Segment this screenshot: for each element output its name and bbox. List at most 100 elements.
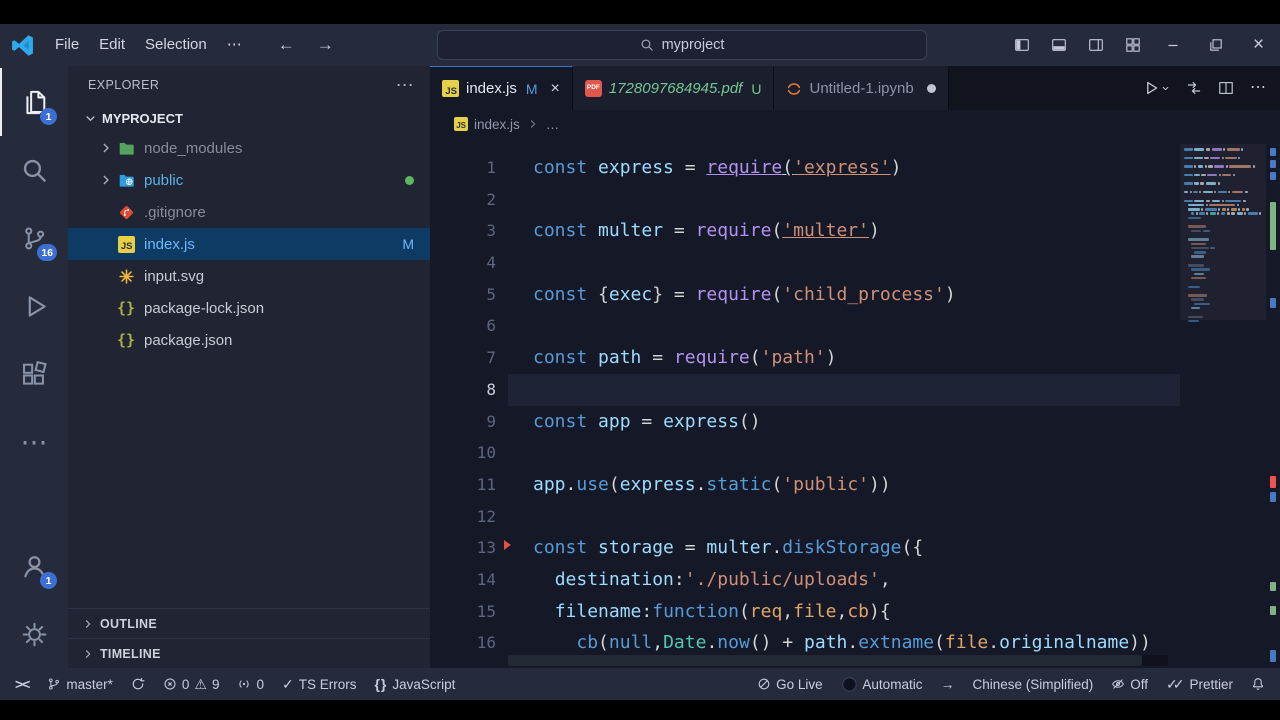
forward-button[interactable]: → [317, 35, 334, 55]
code-line-5[interactable]: const {exec} = require('child_process') [508, 279, 1280, 311]
broadcast-icon [237, 677, 251, 691]
minimap[interactable] [1180, 138, 1266, 668]
status-sync[interactable] [122, 668, 154, 700]
code-line-7[interactable]: const path = require('path') [508, 342, 1280, 374]
code-line-12[interactable] [508, 501, 1280, 533]
braces-icon: {} [374, 676, 388, 692]
file-.gitignore[interactable]: .gitignore [68, 196, 430, 228]
split-editor-button[interactable] [1218, 80, 1234, 96]
timeline-section[interactable]: TIMELINE [68, 638, 430, 668]
menu-selection[interactable]: Selection [135, 24, 217, 66]
status-notifications[interactable] [1242, 668, 1274, 700]
ellipsis-icon: ⋯ [20, 426, 48, 457]
ruler-mark [1270, 650, 1276, 662]
toggle-panel-button[interactable] [1040, 24, 1077, 66]
run-file-button[interactable] [1143, 80, 1170, 96]
branch-icon [47, 677, 61, 691]
code-line-15[interactable]: filename:function(req,file,cb){ [508, 596, 1280, 628]
status-label: 0 [181, 676, 190, 692]
tab-index.js[interactable]: JS index.js M × [430, 66, 573, 110]
file-package.json[interactable]: {} package.json [68, 324, 430, 356]
minimap-line [1184, 281, 1262, 284]
activity-extensions[interactable] [0, 340, 68, 408]
menu-edit[interactable]: Edit [89, 24, 135, 66]
toggle-secondary-sidebar-button[interactable] [1077, 24, 1114, 66]
file-node_modules[interactable]: node_modules [68, 132, 430, 164]
ellipsis-icon: ⋯ [1250, 79, 1266, 96]
minimap-line [1184, 187, 1262, 190]
customize-layout-button[interactable] [1114, 24, 1151, 66]
project-root-row[interactable]: MYPROJECT [68, 104, 430, 132]
activity-explorer[interactable]: 1 [0, 68, 68, 136]
line-number: 1 [486, 158, 496, 177]
code-line-2[interactable] [508, 184, 1280, 216]
minimap-line [1184, 272, 1262, 276]
status-branch[interactable]: master* [38, 668, 122, 700]
minimap-line [1184, 169, 1262, 172]
horizontal-scrollbar[interactable] [508, 655, 1168, 666]
sync-icon [131, 677, 145, 691]
status-auto-mode[interactable]: Automatic [832, 668, 932, 700]
status-ts-errors[interactable]: ✓ TS Errors [273, 668, 366, 700]
menu-more[interactable]: ⋯ [217, 24, 252, 66]
status-remote[interactable]: >< [6, 668, 38, 700]
search-value: myproject [661, 37, 725, 53]
code-line-8[interactable] [508, 373, 1280, 406]
close-button[interactable]: × [1237, 24, 1280, 66]
ipynb-icon [786, 81, 802, 97]
breadcrumb-label: index.js [474, 116, 520, 132]
editor-more-button[interactable]: ⋯ [1250, 80, 1266, 96]
code-line-11[interactable]: app.use(express.static('public')) [508, 469, 1280, 501]
code-line-13[interactable]: const storage = multer.diskStorage({ [508, 532, 1280, 564]
minimap-line [1184, 268, 1262, 271]
debug-icon [21, 293, 48, 320]
command-center-search[interactable]: myproject [437, 30, 927, 60]
activity-more-actions[interactable]: ⋯ [0, 408, 68, 476]
status-prettier[interactable]: ✓✓ Prettier [1157, 668, 1242, 700]
sidebar-title: EXPLORER [88, 78, 160, 92]
activity-search[interactable] [0, 136, 68, 204]
close-tab-button[interactable]: × [551, 80, 560, 98]
tab-1728097684945.pdf[interactable]: PDF 1728097684945.pdf U [572, 66, 775, 110]
activity-accounts[interactable]: 1 [0, 532, 68, 600]
activity-settings[interactable] [0, 600, 68, 668]
code-line-6[interactable] [508, 310, 1280, 342]
breadcrumb-item[interactable]: JS index.js [454, 117, 520, 132]
code-line-9[interactable]: const app = express() [508, 406, 1280, 438]
code-line-10[interactable] [508, 437, 1280, 469]
file-input.svg[interactable]: input.svg [68, 260, 430, 292]
js-icon: JS [115, 235, 137, 253]
tab-Untitled-1.ipynb[interactable]: Untitled-1.ipynb [774, 66, 949, 110]
minimap-line [1184, 285, 1262, 288]
status-feedback[interactable]: 0 [228, 668, 273, 700]
sidebar-bottom-sections: OUTLINE TIMELINE [68, 608, 430, 668]
status-translate-arrow[interactable]: → [931, 668, 963, 700]
back-button[interactable]: ← [278, 35, 295, 55]
status-language-mode[interactable]: {} JavaScript [365, 668, 464, 700]
breadcrumb-item[interactable]: … [546, 117, 560, 132]
code-line-4[interactable] [508, 247, 1280, 279]
code-line-3[interactable]: const multer = require('multer') [508, 215, 1280, 247]
code-line-14[interactable]: destination:'./public/uploads', [508, 564, 1280, 596]
status-label: JavaScript [392, 676, 456, 692]
status-problems[interactable]: 0 ⚠ 9 [154, 668, 229, 700]
activity-source-control[interactable]: 16 [0, 204, 68, 272]
activity-run-debug[interactable] [0, 272, 68, 340]
status-target-language[interactable]: Chinese (Simplified) [963, 668, 1102, 700]
line-number: 15 [476, 601, 496, 621]
file-public[interactable]: public [68, 164, 430, 196]
bell-icon [1251, 677, 1265, 691]
menu-file[interactable]: File [45, 24, 89, 66]
file-package-lock.json[interactable]: {} package-lock.json [68, 292, 430, 324]
minimize-button[interactable] [1151, 24, 1194, 66]
breadcrumb[interactable]: JS index.js … [430, 110, 1280, 138]
explorer-more-actions-button[interactable]: ⋯ [396, 75, 414, 96]
open-changes-button[interactable] [1186, 80, 1202, 96]
code-line-1[interactable]: const express = require('express') [508, 152, 1280, 184]
outline-section[interactable]: OUTLINE [68, 608, 430, 638]
toggle-sidebar-button[interactable] [1003, 24, 1040, 66]
restore-button[interactable] [1194, 24, 1237, 66]
status-go-live[interactable]: Go Live [748, 668, 832, 700]
status-highlight[interactable]: Off [1102, 668, 1157, 700]
file-index.js[interactable]: JS index.js M [68, 228, 430, 260]
